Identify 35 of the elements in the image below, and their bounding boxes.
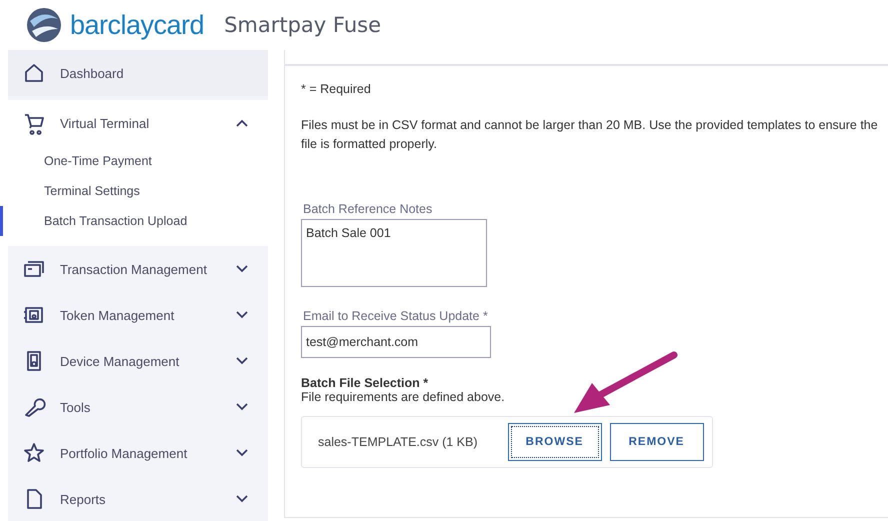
logo-icon [24, 5, 64, 45]
email-field[interactable]: test@merchant.com [301, 326, 491, 358]
submenu-item[interactable]: Batch Transaction Upload [0, 206, 268, 236]
chevron-icon [236, 495, 248, 503]
section-hint: File requirements are defined above. [301, 390, 505, 404]
chevron-icon [236, 265, 248, 273]
sidebar-item[interactable]: Transaction Management [8, 246, 268, 292]
sidebar-item[interactable]: Virtual Terminal [8, 100, 268, 146]
notes-field[interactable]: Batch Sale 001 [301, 219, 487, 287]
chevron-icon [236, 403, 248, 411]
required-note: * = Required [301, 82, 371, 96]
file-name: sales-TEMPLATE.csv (1 KB) [318, 435, 478, 449]
sidebar-item[interactable]: Device Management [8, 338, 268, 384]
submenu-item[interactable]: Terminal Settings [0, 176, 268, 206]
field-label: Email to Receive Status Update * [303, 309, 488, 323]
file-button[interactable]: REMOVE [610, 423, 704, 461]
product-name: Smartpay Fuse [224, 13, 381, 37]
sidebar-item[interactable]: Tools [8, 384, 268, 430]
chevron-icon [236, 357, 248, 365]
chevron-icon [236, 119, 248, 127]
sidebar-item[interactable]: Portfolio Management [8, 430, 268, 476]
sidebar-item[interactable]: Reports [8, 476, 268, 521]
sidebar-item[interactable]: Token Management [8, 292, 268, 338]
sidebar-item[interactable]: Dashboard [8, 50, 268, 96]
nav-icon [22, 111, 46, 135]
submenu-item[interactable]: One-Time Payment [0, 146, 268, 176]
nav-icon [22, 441, 46, 465]
section-title: Batch File Selection * [301, 376, 428, 390]
chevron-icon [236, 311, 248, 319]
brand-name: barclaycard [70, 10, 204, 40]
chevron-icon [236, 449, 248, 457]
field-label: Batch Reference Notes [303, 202, 432, 216]
nav-icon [22, 61, 46, 85]
info-text: Files must be in CSV format and cannot be larger than 20 MB. Use the provided templates to ensure the file is formatted properly. [301, 117, 879, 153]
file-button[interactable]: BROWSE [508, 423, 602, 461]
